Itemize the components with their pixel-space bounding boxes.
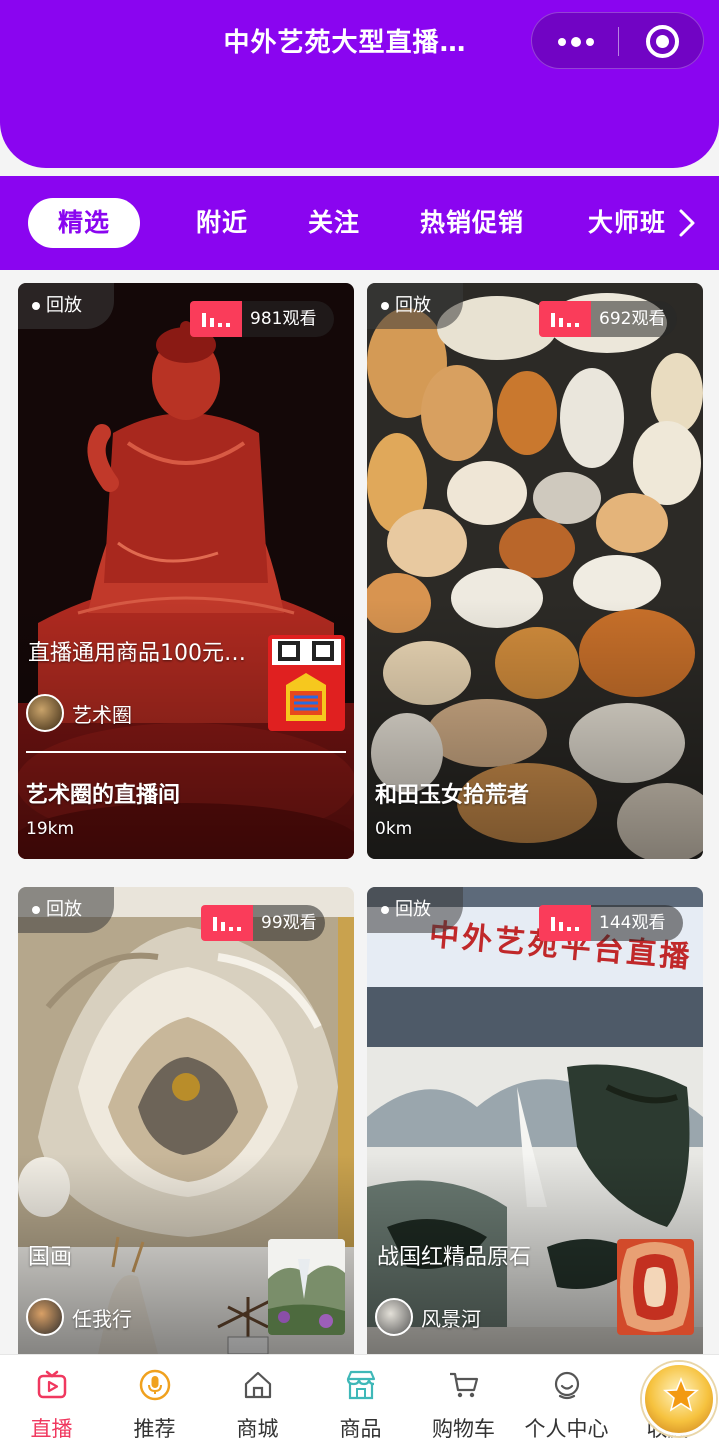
nav-label: 商品 <box>339 1417 382 1441</box>
room-name: 和田玉女拾荒者 <box>375 783 530 808</box>
goods-thumbnail[interactable] <box>617 1239 694 1335</box>
header-bar: 中外艺苑大型直播… <box>0 0 719 168</box>
author-row[interactable]: 艺术圈 <box>26 693 132 733</box>
cart-icon <box>450 1372 479 1398</box>
room-name: 艺术圈的直播间 <box>26 783 181 808</box>
nav-goods[interactable]: 商品 <box>309 1355 412 1447</box>
live-bars-icon <box>201 905 253 941</box>
view-count: 981观看 <box>250 309 317 329</box>
view-count: 99观看 <box>261 913 317 933</box>
target-close-icon[interactable] <box>646 25 679 58</box>
view-count-badge: 981观看 <box>190 301 334 337</box>
live-card[interactable]: 回放 99观看 国画 任我行 <box>18 887 354 1354</box>
nav-recommend[interactable]: 推荐 <box>103 1355 206 1447</box>
author-name: 艺术圈 <box>72 702 132 727</box>
chevron-right-icon[interactable] <box>670 206 704 240</box>
distance: 19km <box>26 819 75 839</box>
author-row[interactable]: 任我行 <box>26 1297 132 1337</box>
live-card[interactable]: 回放 692观看 和田玉女拾荒者 0km <box>367 283 703 859</box>
capsule-divider <box>618 27 619 56</box>
replay-badge: 回放 <box>367 887 463 933</box>
live-card[interactable]: 回放 981观看 直播通用商品100元… 艺术圈 艺术圈的直播间 19km <box>18 283 354 859</box>
replay-badge: 回放 <box>367 283 463 329</box>
avatar <box>26 694 64 732</box>
nav-cart[interactable]: 购物车 <box>412 1355 515 1447</box>
tab-featured[interactable]: 精选 <box>28 198 140 248</box>
divider <box>26 751 346 753</box>
star-icon <box>663 1377 699 1412</box>
smile-face-icon <box>554 1371 580 1400</box>
card-gradient <box>367 599 703 859</box>
live-card[interactable]: 中外艺苑平台直播 回放 144观看 战国红精品原石 风景河 <box>367 887 703 1354</box>
distance: 0km <box>375 819 413 839</box>
nav-label: 推荐 <box>133 1417 176 1441</box>
tab-master-class[interactable]: 大师班 <box>588 198 666 248</box>
nav-profile[interactable]: 个人中心 <box>515 1355 618 1447</box>
goods-thumbnail[interactable] <box>268 635 345 731</box>
view-count-badge: 144观看 <box>539 905 683 941</box>
goods-title: 战国红精品原石 <box>377 1245 532 1270</box>
replay-badge: 回放 <box>18 283 114 329</box>
avatar <box>375 1298 413 1336</box>
goods-thumbnail[interactable] <box>268 1239 345 1335</box>
goods-title: 直播通用商品100元… <box>28 641 246 666</box>
nav-label: 购物车 <box>432 1417 495 1441</box>
live-bars-icon <box>539 301 591 337</box>
home-icon <box>244 1371 272 1399</box>
microphone-icon <box>139 1369 171 1401</box>
bottom-navigation: 直播 推荐 商城 商品 购物车 个人中心 <box>0 1354 719 1447</box>
view-count-badge: 692观看 <box>539 301 677 337</box>
author-row[interactable]: 风景河 <box>375 1297 481 1337</box>
more-dots-icon[interactable] <box>556 13 596 70</box>
avatar <box>26 1298 64 1336</box>
view-count: 692观看 <box>599 309 666 329</box>
author-name: 风景河 <box>421 1306 481 1331</box>
tab-hot-sale[interactable]: 热销促销 <box>420 198 524 248</box>
page-title: 中外艺苑大型直播… <box>223 28 467 58</box>
tab-follow[interactable]: 关注 <box>308 198 360 248</box>
nav-label: 商城 <box>236 1417 279 1441</box>
store-icon <box>346 1370 376 1400</box>
author-name: 任我行 <box>72 1306 132 1331</box>
goods-title: 国画 <box>28 1245 73 1270</box>
category-tabs: 精选 附近 关注 热销促销 大师班 <box>0 176 719 270</box>
nav-live[interactable]: 直播 <box>0 1355 103 1447</box>
tab-nearby[interactable]: 附近 <box>196 198 248 248</box>
view-count-badge: 99观看 <box>201 905 325 941</box>
live-tv-icon <box>37 1370 67 1399</box>
nav-label: 个人中心 <box>524 1417 609 1441</box>
live-bars-icon <box>539 905 591 941</box>
nav-mall[interactable]: 商城 <box>206 1355 309 1447</box>
mini-program-capsule <box>531 12 704 69</box>
nav-label: 直播 <box>30 1417 73 1441</box>
view-count: 144观看 <box>599 913 666 933</box>
live-bars-icon <box>190 301 242 337</box>
floating-badge-button[interactable] <box>642 1362 716 1436</box>
replay-badge: 回放 <box>18 887 114 933</box>
